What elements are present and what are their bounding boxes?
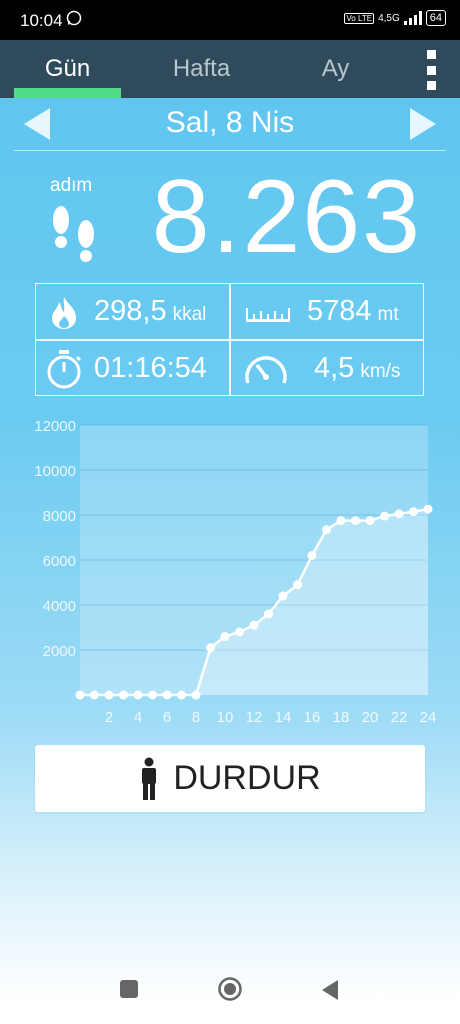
duration-cell: 01:16:54 bbox=[36, 341, 229, 396]
data-point bbox=[162, 690, 172, 700]
x-tick-label: 18 bbox=[333, 709, 350, 726]
next-day-arrow-icon[interactable] bbox=[408, 108, 438, 140]
x-tick-label: 14 bbox=[275, 709, 292, 726]
data-point bbox=[177, 690, 186, 700]
step-count: 8.263 bbox=[151, 159, 422, 275]
data-point bbox=[365, 516, 375, 526]
person-icon bbox=[142, 757, 157, 800]
stats-grid: 298,5 kkal 5784 mt 01:16:54 4,5 km/s bbox=[35, 283, 424, 396]
x-tick-label: 10 bbox=[217, 709, 234, 726]
duration-value: 01:16:54 bbox=[94, 352, 207, 384]
speed-value: 4,5 bbox=[314, 352, 355, 384]
footprints-icon bbox=[53, 206, 94, 262]
data-point bbox=[394, 509, 404, 519]
data-point bbox=[249, 620, 259, 630]
stopwatch-icon bbox=[47, 350, 82, 389]
data-point bbox=[191, 690, 201, 700]
signal-icon bbox=[403, 11, 422, 25]
calories-value: 298,5 bbox=[94, 295, 167, 327]
data-point bbox=[307, 551, 317, 560]
calories-unit: kkal bbox=[172, 304, 207, 325]
speedometer-icon bbox=[245, 356, 287, 384]
x-tick-label: 16 bbox=[304, 709, 321, 726]
whatsapp-icon bbox=[66, 10, 82, 26]
data-point bbox=[148, 690, 157, 700]
data-point bbox=[119, 690, 128, 700]
status-icons: Vo LTE 4,5G 64 bbox=[344, 10, 446, 26]
x-tick-label: 4 bbox=[134, 709, 142, 726]
data-point bbox=[351, 516, 360, 526]
x-tick-label: 2 bbox=[105, 709, 113, 726]
y-tick-label: 6000 bbox=[43, 553, 76, 570]
divider bbox=[14, 150, 446, 151]
y-tick-label: 12000 bbox=[34, 418, 76, 435]
data-point bbox=[220, 632, 230, 641]
flame-icon bbox=[52, 297, 76, 329]
system-nav-bar bbox=[0, 955, 460, 1024]
x-tick-label: 20 bbox=[362, 709, 379, 726]
overflow-menu-icon[interactable] bbox=[420, 50, 442, 90]
status-bar: 10:04 Vo LTE 4,5G 64 bbox=[0, 0, 460, 40]
data-point bbox=[293, 580, 302, 590]
date-label: Sal, 8 Nis bbox=[165, 106, 295, 139]
data-point bbox=[104, 690, 114, 700]
speed-unit: km/s bbox=[360, 361, 401, 382]
volte-icon: Vo LTE bbox=[344, 12, 375, 24]
ruler-icon bbox=[246, 308, 290, 322]
x-tick-label: 12 bbox=[246, 709, 263, 726]
tab-week[interactable]: Hafta bbox=[148, 40, 255, 98]
data-point bbox=[409, 507, 418, 517]
data-point bbox=[75, 690, 85, 700]
distance-value: 5784 bbox=[307, 295, 372, 327]
x-tick-label: 24 bbox=[420, 709, 437, 726]
x-tick-label: 8 bbox=[192, 709, 200, 726]
tab-month[interactable]: Ay bbox=[282, 40, 389, 98]
calories-cell: 298,5 kkal bbox=[36, 284, 229, 339]
y-tick-label: 2000 bbox=[43, 643, 76, 660]
speed-cell: 4,5 km/s bbox=[231, 341, 423, 396]
x-tick-label: 22 bbox=[391, 709, 408, 726]
data-point bbox=[380, 511, 389, 521]
data-point bbox=[278, 591, 288, 601]
y-tick-label: 4000 bbox=[43, 598, 76, 615]
data-point bbox=[322, 525, 331, 535]
stop-button[interactable]: DURDUR bbox=[35, 745, 425, 812]
status-time: 10:04 bbox=[20, 11, 63, 30]
stop-button-label: DURDUR bbox=[173, 759, 321, 797]
distance-unit: mt bbox=[377, 304, 399, 325]
data-point bbox=[133, 690, 143, 700]
data-point bbox=[423, 504, 433, 514]
steps-chart: 200040006000800010000120002 4 6 8 10 12 14 16 18… bbox=[34, 418, 437, 726]
steps-label: adım bbox=[50, 175, 93, 196]
data-point bbox=[336, 516, 346, 526]
data-point bbox=[90, 690, 99, 700]
distance-cell: 5784 mt bbox=[231, 284, 423, 339]
battery-icon: 64 bbox=[425, 10, 446, 26]
data-point bbox=[206, 643, 215, 653]
recents-icon[interactable] bbox=[120, 980, 138, 998]
data-point bbox=[235, 627, 244, 637]
back-icon[interactable] bbox=[320, 979, 340, 1001]
x-tick-label: 6 bbox=[163, 709, 171, 726]
y-tick-label: 10000 bbox=[34, 463, 76, 480]
data-point bbox=[264, 609, 273, 619]
network-type: 4,5G bbox=[378, 12, 400, 24]
y-tick-label: 8000 bbox=[43, 508, 76, 525]
tab-indicator bbox=[14, 88, 121, 98]
home-icon[interactable] bbox=[217, 976, 243, 1002]
date-navigation: Sal, 8 Nis bbox=[0, 100, 460, 150]
